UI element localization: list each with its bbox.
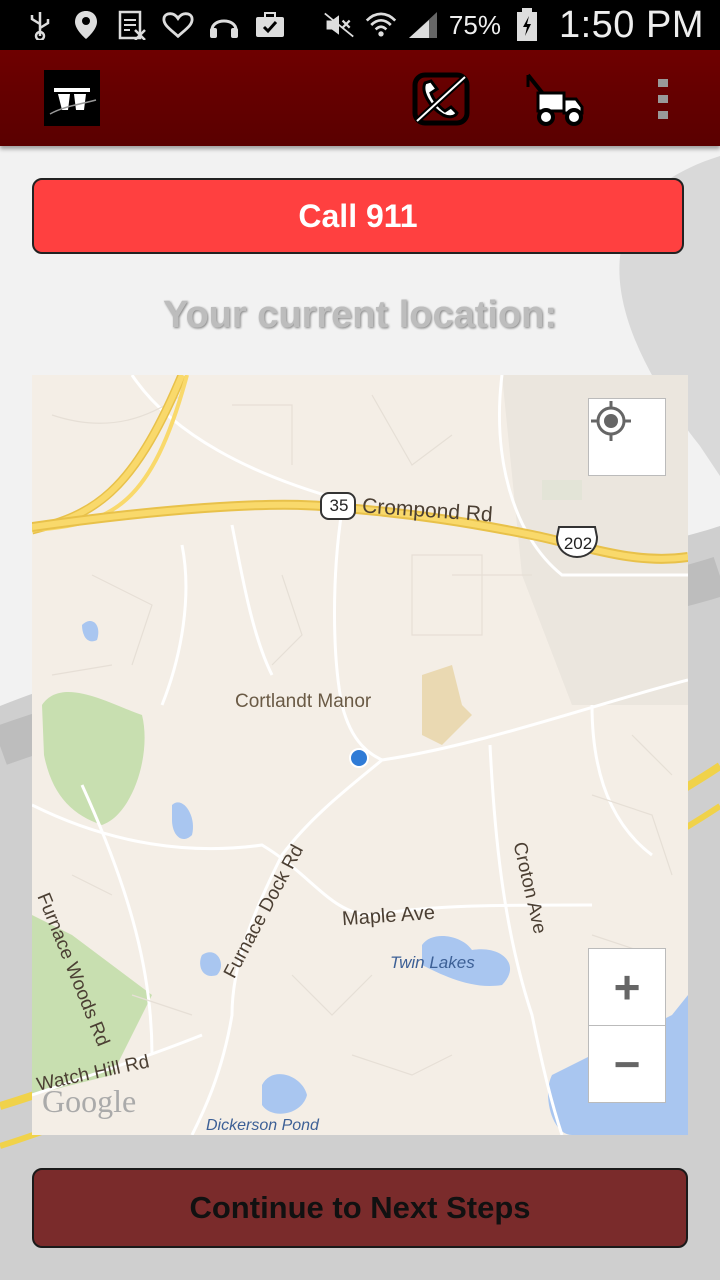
- continue-next-steps-button[interactable]: Continue to Next Steps: [32, 1168, 688, 1248]
- status-time: 1:50 PM: [558, 3, 704, 46]
- headphones-icon: [208, 9, 240, 41]
- briefcase-check-icon: [254, 9, 286, 41]
- iheart-icon: [162, 9, 194, 41]
- my-location-button[interactable]: [588, 398, 666, 476]
- location-pin-icon: [70, 9, 102, 41]
- map-label-shield-35: 35: [329, 496, 349, 515]
- crosshair-icon: [591, 401, 631, 441]
- minus-icon: −: [613, 1038, 641, 1090]
- battery-charging-icon: [511, 8, 543, 41]
- map-label-shield-202: 202: [563, 534, 593, 553]
- battery-percent: 75%: [448, 9, 501, 40]
- call-911-button[interactable]: Call 911: [32, 178, 684, 254]
- map-view[interactable]: 35 202 Crompond Rd Cortlandt Manor Furna…: [32, 375, 688, 1135]
- map-label-dickerson-pond: Dickerson Pond: [206, 1117, 319, 1134]
- status-bar: 75% 1:50 PM: [0, 0, 720, 50]
- sim-off-icon: [116, 9, 148, 41]
- tow-truck-icon[interactable]: [524, 68, 586, 130]
- call-hangup-icon[interactable]: [410, 68, 472, 130]
- usb-icon: [24, 9, 56, 41]
- zoom-out-button[interactable]: −: [588, 1025, 666, 1103]
- map-label-cortlandt-manor: Cortlandt Manor: [235, 691, 372, 712]
- overflow-menu-icon[interactable]: [648, 68, 678, 130]
- app-logo[interactable]: [44, 70, 100, 126]
- mute-icon: [323, 9, 355, 41]
- zoom-in-button[interactable]: +: [588, 948, 666, 1025]
- map-label-twin-lakes: Twin Lakes: [390, 953, 475, 972]
- wifi-icon: [365, 9, 397, 41]
- action-bar: [0, 50, 720, 146]
- plus-icon: +: [613, 961, 641, 1013]
- google-attribution: Google: [42, 1083, 137, 1119]
- signal-icon: [407, 9, 439, 41]
- location-title: Your current location:: [162, 294, 558, 336]
